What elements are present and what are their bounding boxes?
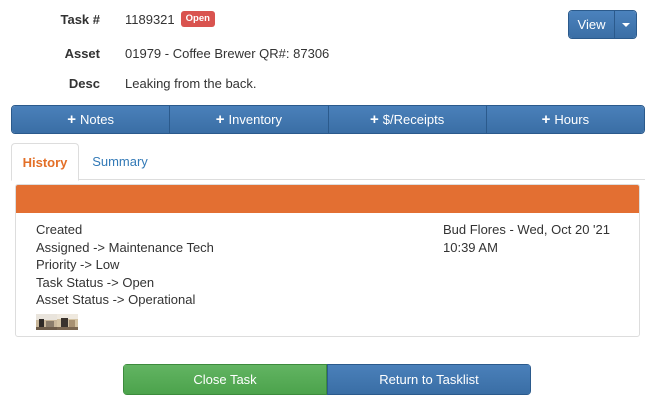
history-time: 10:39 AM (443, 239, 498, 255)
history-line-task-status: Task Status -> Open (36, 274, 155, 290)
add-hours-button[interactable]: + Hours (486, 106, 644, 133)
attachment-thumbnail[interactable] (57, 314, 78, 330)
tab-history[interactable]: History (11, 143, 79, 181)
desc-value: Leaking from the back. (125, 75, 257, 91)
history-entry-lines: Created Assigned -> Maintenance Tech Pri… (36, 221, 214, 309)
asset-value: 01979 - Coffee Brewer QR#: 87306 (125, 45, 330, 61)
view-button[interactable]: View (569, 11, 614, 38)
history-panel: Created Assigned -> Maintenance Tech Pri… (15, 184, 640, 337)
task-value: 1189321 Open (125, 11, 215, 27)
plus-icon: + (67, 111, 77, 128)
history-line-created: Created (36, 222, 83, 237)
bottom-button-group: Close Task Return to Tasklist (123, 364, 531, 395)
plus-icon: + (215, 111, 225, 128)
plus-icon: + (370, 111, 379, 128)
view-dropdown-toggle[interactable] (614, 11, 636, 38)
history-entry-meta: Bud Flores - Wed, Oct 20 '21 10:39 AM (443, 221, 610, 256)
history-panel-header (16, 185, 639, 213)
add-inventory-button[interactable]: + Inventory (170, 106, 329, 133)
history-author-date: Bud Flores - Wed, Oct 20 '21 (443, 222, 610, 237)
attachment-thumbnails (36, 314, 78, 330)
asset-row: Asset 01979 - Coffee Brewer QR#: 87306 (0, 43, 330, 63)
add-receipts-button[interactable]: + $/Receipts (328, 106, 487, 133)
history-line-asset-status: Asset Status -> Operational (36, 292, 196, 307)
view-button-group: View (568, 10, 637, 39)
asset-label: Asset (64, 45, 100, 61)
attachment-thumbnail[interactable] (36, 314, 57, 330)
add-hours-label: Hours (554, 112, 590, 127)
desc-label: Desc (68, 75, 100, 91)
tab-summary[interactable]: Summary (83, 143, 157, 180)
chevron-down-icon (621, 22, 630, 27)
action-toolbar: + Notes + Inventory + $/Receipts + Hours (11, 105, 645, 134)
close-task-button[interactable]: Close Task (123, 364, 327, 395)
return-to-tasklist-button[interactable]: Return to Tasklist (327, 364, 531, 395)
status-badge: Open (180, 11, 215, 27)
history-line-priority: Priority -> Low (36, 257, 120, 272)
desc-row: Desc Leaking from the back. (0, 73, 257, 93)
add-notes-label: Notes (80, 112, 114, 127)
task-number: 1189321 (125, 11, 175, 27)
plus-icon: + (541, 111, 551, 128)
tab-bar: History Summary (11, 143, 645, 181)
history-line-assigned: Assigned -> Maintenance Tech (36, 239, 214, 255)
add-inventory-label: Inventory (228, 112, 282, 127)
task-label: Task # (60, 11, 100, 27)
add-notes-button[interactable]: + Notes (12, 106, 171, 133)
task-number-row: Task # 1189321 Open (0, 9, 215, 29)
add-receipts-label: $/Receipts (382, 112, 445, 127)
